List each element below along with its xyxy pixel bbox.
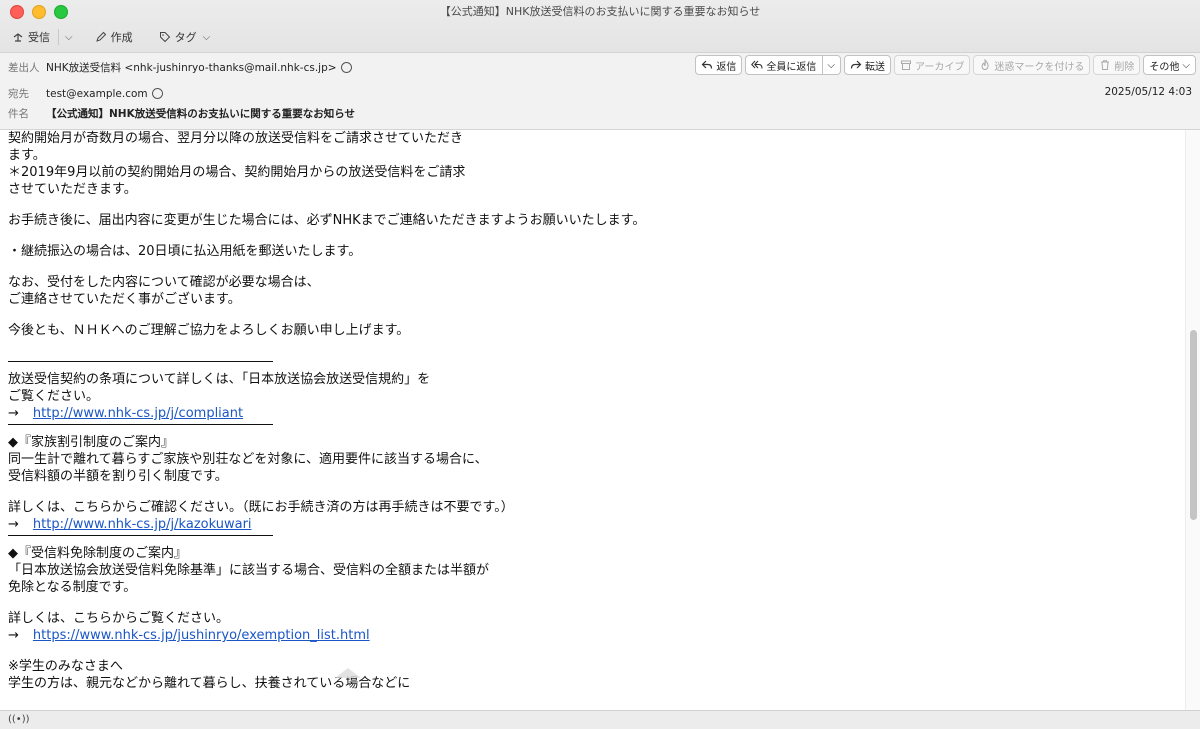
more-label: その他 bbox=[1149, 61, 1180, 73]
arrow-text: → bbox=[8, 628, 19, 643]
delete-label: 削除 bbox=[1114, 61, 1135, 73]
toolbar: 受信 ⌵ 作成 タグ ⌵ bbox=[8, 26, 214, 48]
title-bar: 【公式通知】NHK放送受信料のお支払いに関する重要なお知らせ 受信 ⌵ 作成 タ… bbox=[0, 0, 1200, 53]
body-line: 免除となる制度です。 bbox=[8, 580, 137, 595]
body-line: 契約開始月が奇数月の場合、翌月分以降の放送受信料をご請求させていただき bbox=[8, 131, 464, 146]
body-line: ◆『家族割引制度のご案内』 bbox=[8, 435, 174, 450]
reply-label: 返信 bbox=[716, 61, 737, 73]
subject-text: 【公式通知】NHK放送受信料のお支払いに関する重要なお知らせ bbox=[46, 108, 356, 120]
body-line: 受信料額の半額を割り引く制度です。 bbox=[8, 469, 228, 484]
body-line: ・継続振込の場合は、20日頃に払込用紙を郵送いたします。 bbox=[8, 244, 362, 259]
flame-icon bbox=[981, 59, 989, 71]
body-line: 詳しくは、こちらからご確認ください。（既にお手続き済の方は再手続きは不要です。） bbox=[8, 500, 514, 515]
link-line: → http://www.nhk-cs.jp/j/kazokuwari bbox=[8, 516, 1186, 533]
body-line: 放送受信契約の条項について詳しくは、「日本放送協会放送受信規約」を bbox=[8, 372, 431, 387]
kazokuwari-link[interactable]: http://www.nhk-cs.jp/j/kazokuwari bbox=[33, 517, 252, 532]
subject-row: 件名 【公式通知】NHK放送受信料のお支払いに関する重要なお知らせ bbox=[8, 106, 355, 121]
body-line: なお、受付をした内容について確認が必要な場合は、 bbox=[8, 275, 320, 290]
mail-window: 【公式通知】NHK放送受信料のお支払いに関する重要なお知らせ 受信 ⌵ 作成 タ… bbox=[0, 0, 1200, 729]
more-button[interactable]: その他 ⌵ bbox=[1143, 55, 1196, 75]
link-line: → http://www.nhk-cs.jp/j/compliant bbox=[8, 405, 1186, 422]
body-line: ご連絡させていただく事がございます。 bbox=[8, 292, 241, 307]
body-line: 「日本放送協会放送受信料免除基準」に該当する場合、受信料の全額または半額が bbox=[8, 563, 490, 578]
to-label: 宛先 bbox=[8, 88, 29, 100]
received-date: 2025/05/12 4:03 bbox=[1104, 86, 1192, 98]
message-body: 契約開始月が奇数月の場合、翌月分以降の放送受信料をご請求させていただき ます。 … bbox=[0, 130, 1186, 710]
contact-icon[interactable] bbox=[151, 88, 163, 99]
scrollbar-thumb[interactable] bbox=[1190, 330, 1197, 520]
forward-label: 転送 bbox=[865, 61, 885, 73]
reply-all-arrow-icon bbox=[751, 60, 763, 69]
message-header: 差出人 NHK放送受信料 <nhk-jushinryo-thanks@mail.… bbox=[0, 53, 1200, 130]
tag-dropdown-chevron-icon: ⌵ bbox=[202, 31, 211, 43]
scroll-up-hint-icon bbox=[335, 668, 361, 678]
body-line: 今後とも、ＮＨＫへのご理解ご協力をよろしくお願い申し上げます。 bbox=[8, 323, 410, 338]
body-line: ※学生のみなさまへ bbox=[8, 659, 123, 674]
body-line: 学生の方は、親元などから離れて暮らし、扶養されている場合などに bbox=[8, 676, 411, 691]
arrow-text: → bbox=[8, 406, 19, 421]
activity-broadcast-icon[interactable]: ((•)) bbox=[8, 714, 30, 725]
forward-arrow-icon bbox=[850, 60, 862, 69]
compose-label: 作成 bbox=[110, 31, 133, 44]
from-address[interactable]: NHK放送受信料 <nhk-jushinryo-thanks@mail.nhk-… bbox=[46, 60, 337, 75]
reply-all-button[interactable]: 全員に返信 ⌵ bbox=[745, 55, 841, 75]
body-line: ます。 bbox=[8, 148, 46, 163]
subject-label: 件名 bbox=[8, 108, 29, 120]
reply-all-label: 全員に返信 bbox=[766, 61, 817, 73]
receive-label: 受信 bbox=[28, 31, 50, 44]
tag-label: タグ bbox=[174, 31, 197, 44]
trash-icon bbox=[1101, 60, 1110, 70]
archive-box-icon bbox=[901, 60, 911, 70]
delete-button[interactable]: 削除 bbox=[1093, 55, 1141, 75]
body-line: ご覧ください。 bbox=[8, 389, 100, 404]
archive-button[interactable]: アーカイブ bbox=[894, 55, 971, 75]
vertical-scrollbar[interactable] bbox=[1185, 130, 1200, 710]
body-line: ＊2019年9月以前の契約開始月の場合、契約開始月からの放送受信料をご請求 bbox=[8, 165, 466, 180]
junk-label: 迷惑マークを付ける bbox=[994, 61, 1085, 73]
toolbar-separator bbox=[58, 29, 59, 45]
body-line: 詳しくは、こちらからご覧ください。 bbox=[8, 611, 230, 626]
from-label: 差出人 bbox=[8, 62, 40, 74]
tag-button[interactable]: タグ ⌵ bbox=[155, 27, 215, 47]
body-line: ◆『受信料免除制度のご案内』 bbox=[8, 546, 187, 561]
reply-all-dropdown-chevron-icon[interactable]: ⌵ bbox=[822, 56, 835, 74]
receive-button[interactable]: 受信 bbox=[8, 27, 54, 47]
inbox-download-icon bbox=[13, 33, 23, 42]
compliant-link[interactable]: http://www.nhk-cs.jp/j/compliant bbox=[33, 406, 243, 421]
tag-icon bbox=[159, 32, 170, 43]
compose-button[interactable]: 作成 bbox=[91, 27, 137, 47]
arrow-text: → bbox=[8, 517, 19, 532]
to-address[interactable]: test@example.com bbox=[46, 88, 148, 100]
link-line: → https://www.nhk-cs.jp/jushinryo/exempti… bbox=[8, 627, 1186, 644]
archive-label: アーカイブ bbox=[915, 61, 965, 73]
from-row: 差出人 NHK放送受信料 <nhk-jushinryo-thanks@mail.… bbox=[8, 60, 352, 75]
to-row: 宛先 test@example.com bbox=[8, 86, 163, 101]
body-line: させていただきます。 bbox=[8, 182, 137, 197]
forward-button[interactable]: 転送 bbox=[844, 55, 891, 75]
reply-arrow-icon bbox=[702, 60, 713, 69]
reply-button[interactable]: 返信 bbox=[695, 55, 743, 75]
message-actions: 返信 全員に返信 ⌵ 転送 アーカイブ 迷惑マークを付ける 削除 その他 ⌵ bbox=[695, 55, 1196, 75]
pencil-icon bbox=[95, 31, 106, 42]
window-title: 【公式通知】NHK放送受信料のお支払いに関する重要なお知らせ bbox=[439, 5, 761, 18]
body-line: 同一生計で離れて暮らすご家族や別荘などを対象に、適用要件に該当する場合に、 bbox=[8, 452, 488, 467]
receive-dropdown-chevron-icon[interactable]: ⌵ bbox=[65, 32, 73, 43]
more-dropdown-chevron-icon: ⌵ bbox=[1182, 59, 1190, 71]
junk-button[interactable]: 迷惑マークを付ける bbox=[973, 55, 1091, 75]
status-bar: ((•)) bbox=[0, 710, 1200, 729]
contact-icon[interactable] bbox=[340, 62, 352, 73]
body-line: お手続き後に、届出内容に変更が生じた場合には、必ずNHKまでご連絡いただきますよ… bbox=[8, 213, 646, 228]
exemption-link[interactable]: https://www.nhk-cs.jp/jushinryo/exemptio… bbox=[33, 628, 370, 643]
